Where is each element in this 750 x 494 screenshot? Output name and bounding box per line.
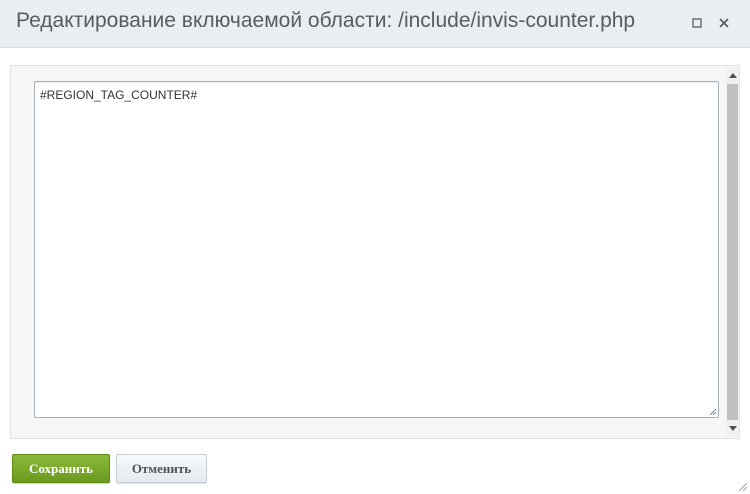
scroll-down-arrow-icon[interactable] (728, 424, 737, 433)
code-editor-textarea[interactable]: #REGION_TAG_COUNTER# (34, 81, 719, 418)
editor-content[interactable]: #REGION_TAG_COUNTER# (40, 88, 197, 102)
edit-include-dialog: Редактирование включаемой области: /incl… (0, 0, 750, 494)
vertical-scrollbar[interactable] (726, 67, 739, 437)
scrollbar-thumb[interactable] (727, 84, 738, 420)
save-button[interactable]: Сохранить (12, 454, 110, 483)
textarea-resize-grip-icon[interactable] (707, 406, 717, 416)
maximize-icon (692, 18, 702, 28)
maximize-button[interactable] (687, 13, 707, 33)
close-button[interactable] (714, 13, 734, 33)
close-icon (719, 18, 729, 28)
dialog-resize-grip-icon[interactable] (736, 480, 748, 492)
dialog-content-area: #REGION_TAG_COUNTER# (10, 65, 740, 439)
cancel-button[interactable]: Отменить (116, 454, 207, 483)
scroll-up-arrow-icon[interactable] (728, 71, 737, 80)
dialog-titlebar[interactable]: Редактирование включаемой области: /incl… (0, 0, 750, 48)
dialog-title: Редактирование включаемой области: /incl… (16, 9, 636, 32)
